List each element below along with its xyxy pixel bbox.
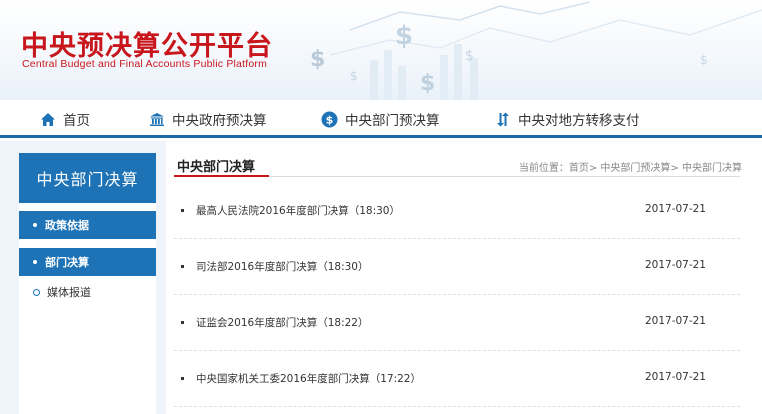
svg-text:$: $ [326, 113, 334, 126]
sidebar-item-label: 部门决算 [45, 256, 89, 269]
nav-item-local-transfer-payment[interactable]: 中央对地方转移支付 [495, 108, 640, 130]
svg-text:$: $ [310, 47, 325, 72]
list-item-title-link[interactable]: 最高人民法院2016年度部门决算（18:30） [196, 203, 400, 218]
list-item-date: 2017-07-21 [644, 371, 706, 383]
svg-text:$: $ [350, 69, 358, 83]
list-item: 证监会2016年度部门决算（18:22） 2017-07-21 [174, 295, 740, 351]
nav-item-label: 中央对地方转移支付 [518, 113, 640, 129]
sidebar-item-label: 政策依据 [45, 219, 89, 232]
list-item-date: 2017-07-21 [644, 259, 706, 271]
sidebar-item-label: 媒体报道 [47, 286, 91, 299]
svg-text:$: $ [395, 21, 413, 51]
site-logo-subtitle: Central Budget and Final Accounts Public… [22, 58, 268, 70]
svg-text:$: $ [465, 48, 474, 64]
nav-item-label: 中央政府预决算 [172, 113, 267, 129]
list-item-title-link[interactable]: 证监会2016年度部门决算（18:22） [196, 315, 368, 330]
list-item-date: 2017-07-21 [644, 315, 706, 327]
square-bullet-icon [181, 209, 184, 212]
bullet-icon [33, 223, 37, 227]
nav-item-label: 中央部门预决算 [345, 113, 440, 129]
main-nav: 首页 中央政府预决算 $ 中央部门预决算 中央对地方转移支付 [0, 100, 762, 138]
nav-item-central-department-budget[interactable]: $ 中央部门预决算 [321, 108, 440, 130]
list-item: 司法部2016年度部门决算（18:30） 2017-07-21 [174, 239, 740, 295]
bullet-icon [33, 260, 37, 264]
main-content: 中央部门决算 当前位置：首页> 中央部门预决算> 中央部门决算 最高人民法院20… [166, 141, 762, 414]
sidebar: 中央部门决算 政策依据 部门决算 媒体报道 [19, 153, 156, 414]
sidebar-heading: 中央部门决算 [19, 153, 156, 203]
transfer-arrows-icon [497, 112, 509, 126]
site-header: 中央预决算公开平台 Central Budget and Final Accou… [0, 0, 762, 100]
list-item-date: 2017-07-21 [644, 203, 706, 215]
svg-text:$: $ [700, 53, 708, 67]
square-bullet-icon [181, 321, 184, 324]
breadcrumb[interactable]: 当前位置：首页> 中央部门预决算> 中央部门决算 [519, 159, 742, 174]
list-item: 中央国家机关工委2016年度部门决算（17:22） 2017-07-21 [174, 351, 740, 407]
list-item-title-link[interactable]: 中央国家机关工委2016年度部门决算（17:22） [196, 371, 421, 386]
dollar-circle-icon: $ [321, 111, 338, 127]
square-bullet-icon [181, 265, 184, 268]
list-item: 最高人民法院2016年度部门决算（18:30） 2017-07-21 [174, 183, 740, 239]
sidebar-item-media-reports[interactable]: 媒体报道 [19, 278, 156, 306]
nav-item-label: 首页 [63, 113, 90, 129]
government-building-icon [150, 112, 164, 126]
circle-bullet-icon [33, 288, 40, 296]
page-title: 中央部门决算 [177, 160, 256, 175]
sidebar-item-department-accounts[interactable]: 部门决算 [19, 248, 156, 276]
square-bullet-icon [181, 377, 184, 380]
svg-text:$: $ [420, 71, 435, 96]
home-icon [41, 112, 55, 126]
title-divider-accent [174, 175, 269, 177]
nav-item-home[interactable]: 首页 [40, 108, 90, 130]
sidebar-item-policy-basis[interactable]: 政策依据 [19, 211, 156, 239]
nav-item-central-government-budget[interactable]: 中央政府预决算 [149, 108, 267, 130]
header-decoration-graphic: $ $ $ $ $ $ [310, 1, 762, 100]
list-item-title-link[interactable]: 司法部2016年度部门决算（18:30） [196, 259, 368, 274]
